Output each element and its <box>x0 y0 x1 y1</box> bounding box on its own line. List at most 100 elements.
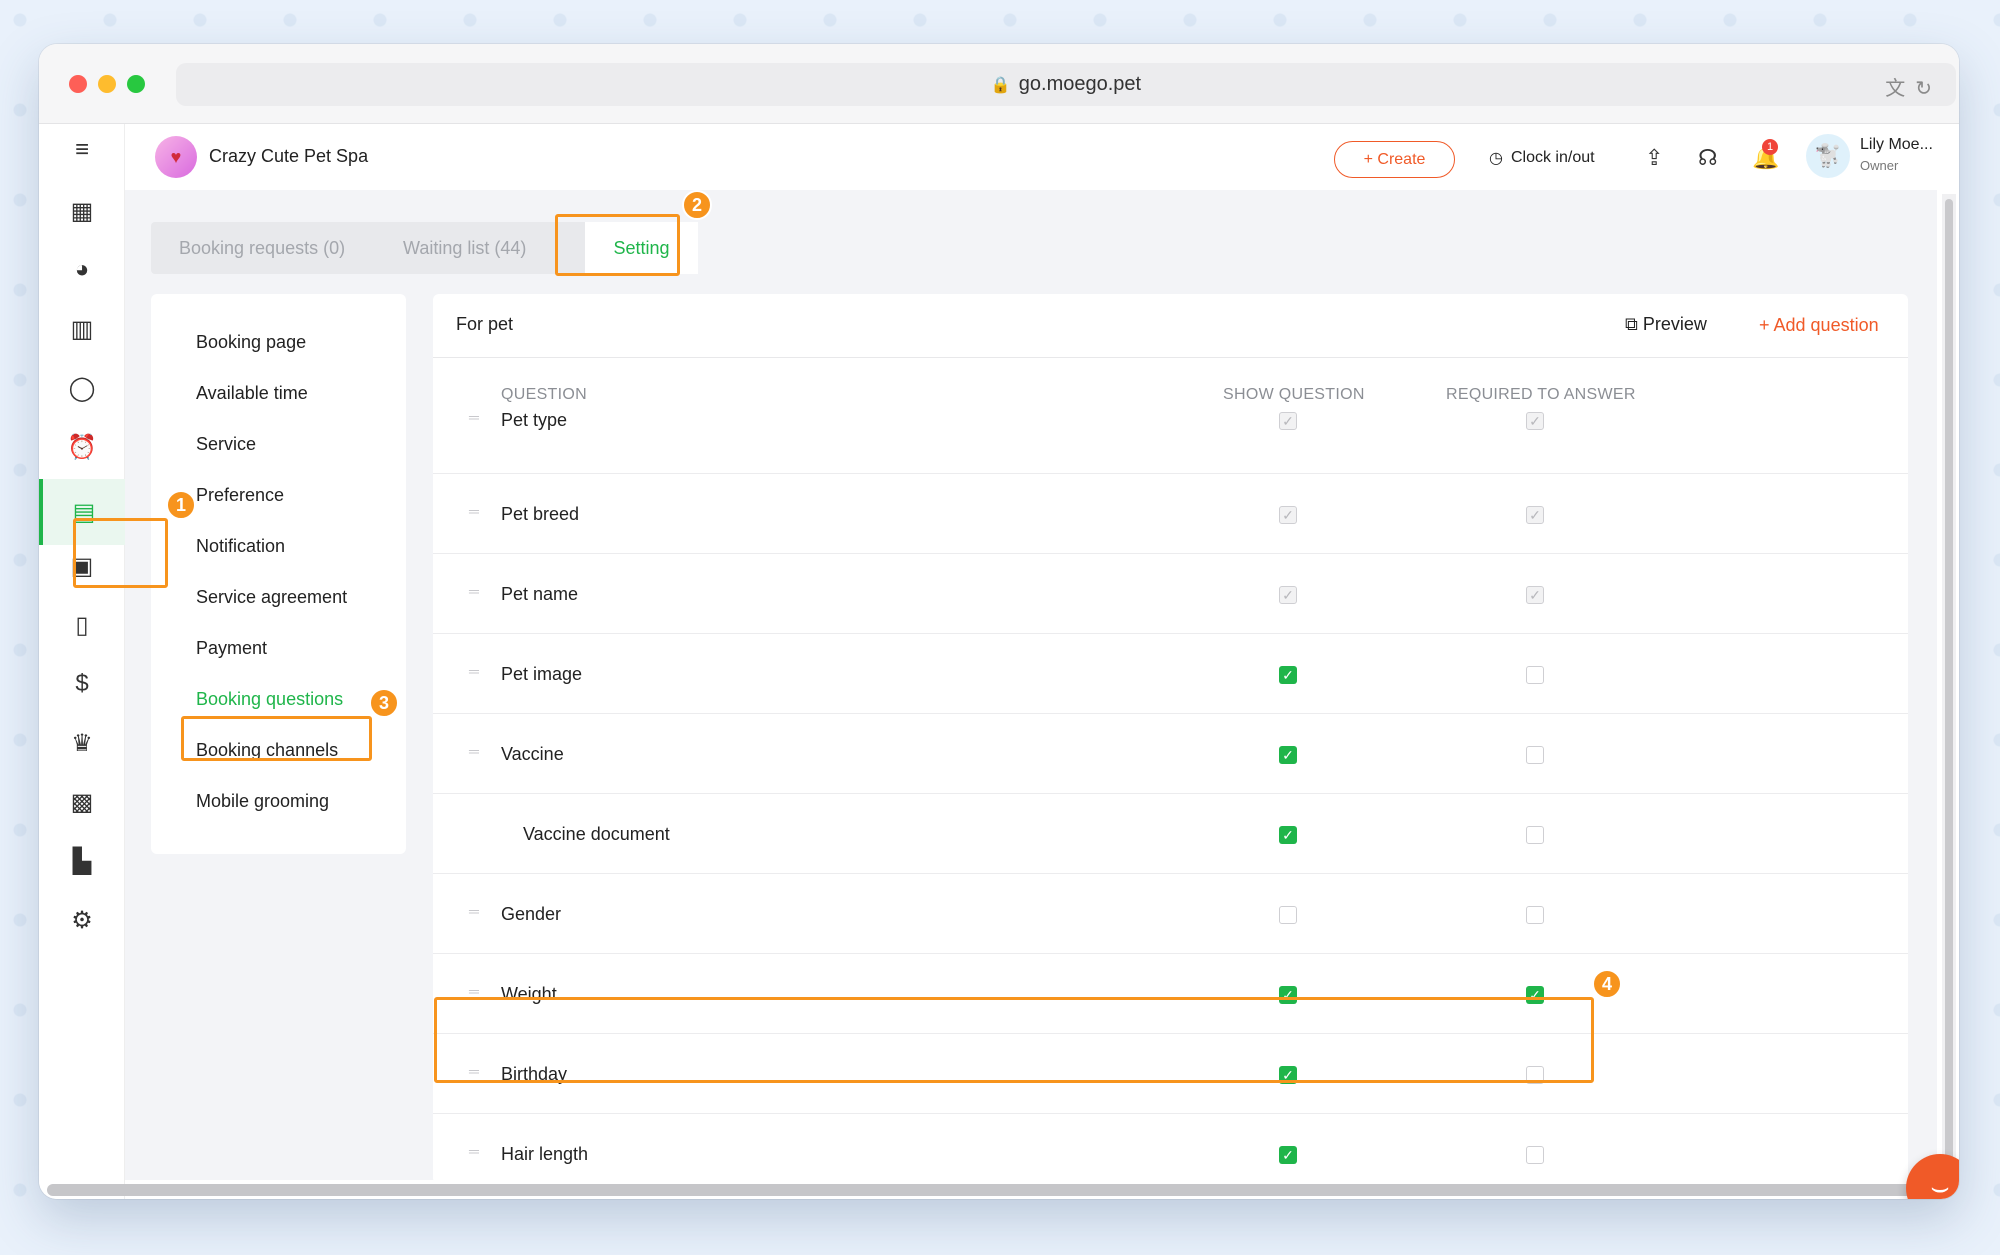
browser-titlebar: 🔒 go.moego.pet 文↻ <box>39 44 1959 124</box>
browser-window: 🔒 go.moego.pet 文↻ ≡ ▦ ◕ ▥ ◯ ⏰ ▤ ▣ ▯ $ ♛ … <box>39 44 1959 1199</box>
user-avatar[interactable]: 🐩 <box>1806 134 1850 178</box>
menu-item-booking-questions[interactable]: Booking questions <box>196 689 343 710</box>
tab-booking-requests[interactable]: Booking requests (0) <box>179 222 345 274</box>
panel-divider <box>433 357 1908 358</box>
table-row: ═ Pet image ✓ <box>433 634 1908 714</box>
report-chart-icon[interactable]: ▙ <box>61 840 103 882</box>
question-label: Pet name <box>501 584 579 604</box>
table-row: ═ Pet breed ✓ ✓ <box>433 474 1908 554</box>
pet-face-icon[interactable]: ◕ <box>61 249 103 291</box>
show-question-checkbox: ✓ <box>1279 586 1297 604</box>
settings-menu: Booking page Available time Service Pref… <box>151 294 406 854</box>
reload-icon[interactable]: ↻ <box>1915 78 1942 100</box>
message-icon[interactable]: ◯ <box>61 367 103 409</box>
show-question-checkbox: ✓ <box>1279 412 1297 430</box>
drag-handle-icon[interactable]: ═ <box>469 664 479 678</box>
translate-icon[interactable]: 文 <box>1885 78 1915 100</box>
horizontal-scrollbar[interactable] <box>47 1184 1917 1196</box>
question-label: Gender <box>501 904 562 924</box>
url-text: go.moego.pet <box>1018 73 1142 95</box>
business-name: Crazy Cute Pet Spa <box>209 146 369 166</box>
panel-title: For pet <box>456 314 514 334</box>
clock-icon: ◷ <box>1489 150 1503 167</box>
menu-item-booking-page[interactable]: Booking page <box>196 332 306 353</box>
drag-handle-icon[interactable]: ═ <box>469 744 479 758</box>
drag-handle-icon[interactable]: ═ <box>469 984 479 998</box>
drag-handle-icon[interactable]: ═ <box>469 584 479 598</box>
menu-item-service-agreement[interactable]: Service agreement <box>196 587 347 608</box>
lock-icon: 🔒 <box>990 76 1011 94</box>
required-checkbox[interactable] <box>1526 826 1544 844</box>
question-label: Pet breed <box>501 504 580 524</box>
close-window-button[interactable] <box>69 75 87 93</box>
drag-handle-icon[interactable]: ═ <box>469 504 479 518</box>
drag-handle-icon[interactable]: ═ <box>469 904 479 918</box>
show-question-checkbox[interactable]: ✓ <box>1279 746 1297 764</box>
question-label: Hair length <box>501 1144 589 1164</box>
table-row: ═ Pet type ✓ ✓ <box>433 364 1908 474</box>
settings-gear-icon[interactable]: ⚙ <box>61 899 103 941</box>
menu-item-payment[interactable]: Payment <box>196 638 267 659</box>
user-role: Owner <box>1860 158 1899 173</box>
menu-item-service[interactable]: Service <box>196 434 256 455</box>
required-checkbox[interactable] <box>1526 1146 1544 1164</box>
clock-in-out-button[interactable]: ◷ Clock in/out <box>1489 148 1595 168</box>
table-row: ═ Vaccine ✓ <box>433 714 1908 794</box>
show-question-checkbox[interactable]: ✓ <box>1279 826 1297 844</box>
main-content: Booking requests (0) Waiting list (44) S… <box>73 190 1937 1194</box>
add-question-button[interactable]: + Add question <box>1759 315 1879 336</box>
headset-icon[interactable]: ☊ <box>1698 145 1718 171</box>
drag-handle-icon[interactable]: ═ <box>469 1144 479 1158</box>
menu-item-notification[interactable]: Notification <box>196 536 285 557</box>
client-book-icon[interactable]: ▥ <box>61 308 103 350</box>
question-label: Pet image <box>501 664 583 684</box>
preview-button[interactable]: ⧉ Preview <box>1625 314 1707 335</box>
annotation-highlight-3 <box>181 716 372 761</box>
required-checkbox[interactable] <box>1526 906 1544 924</box>
annotation-highlight-1 <box>73 518 168 588</box>
show-question-checkbox: ✓ <box>1279 506 1297 524</box>
annotation-highlight-4 <box>434 997 1594 1083</box>
vertical-scrollbar[interactable] <box>1945 199 1953 1199</box>
preview-label: Preview <box>1642 314 1707 334</box>
show-question-checkbox[interactable] <box>1279 906 1297 924</box>
annotation-highlight-2 <box>555 214 680 276</box>
alarm-clock-icon[interactable]: ⏰ <box>61 426 103 468</box>
app-nav-rail: ≡ ▦ ◕ ▥ ◯ ⏰ ▤ ▣ ▯ $ ♛ ▩ ▙ ⚙ <box>39 124 125 1199</box>
required-checkbox[interactable] <box>1526 746 1544 764</box>
chevron-down-icon[interactable]: ▼ <box>1957 148 1959 164</box>
notification-badge: 1 <box>1762 139 1778 155</box>
crown-icon[interactable]: ♛ <box>61 722 103 764</box>
table-row: Vaccine document ✓ <box>433 794 1908 874</box>
menu-item-mobile-grooming[interactable]: Mobile grooming <box>196 791 329 812</box>
upload-icon[interactable]: ⇪ <box>1645 145 1663 171</box>
menu-item-available-time[interactable]: Available time <box>196 383 308 404</box>
external-link-icon: ⧉ <box>1625 314 1643 334</box>
table-row: ═ Hair length ✓ <box>433 1114 1908 1194</box>
calendar-icon[interactable]: ▦ <box>61 190 103 232</box>
clock-in-out-label: Clock in/out <box>1510 149 1595 166</box>
drag-handle-icon[interactable]: ═ <box>469 410 479 424</box>
annotation-number-3: 3 <box>369 688 399 718</box>
question-label: Pet type <box>501 410 568 430</box>
menu-item-preference[interactable]: Preference <box>196 485 284 506</box>
show-question-checkbox[interactable]: ✓ <box>1279 1146 1297 1164</box>
schedule-icon[interactable]: ▩ <box>61 781 103 823</box>
table-row: ═ Gender <box>433 874 1908 954</box>
app-header: ♥ Crazy Cute Pet Spa + Create ◷ Clock in… <box>125 124 1959 190</box>
annotation-number-2: 2 <box>682 190 712 220</box>
address-bar[interactable]: 🔒 go.moego.pet 文↻ <box>176 63 1956 106</box>
show-question-checkbox[interactable]: ✓ <box>1279 666 1297 684</box>
tab-waiting-list[interactable]: Waiting list (44) <box>403 222 526 274</box>
menu-icon[interactable]: ≡ <box>61 129 103 171</box>
table-row: ═ Pet name ✓ ✓ <box>433 554 1908 634</box>
question-label: Vaccine <box>501 744 564 764</box>
annotation-number-4: 4 <box>1592 969 1622 999</box>
zoom-window-button[interactable] <box>127 75 145 93</box>
minimize-window-button[interactable] <box>98 75 116 93</box>
required-checkbox[interactable] <box>1526 666 1544 684</box>
dollar-icon[interactable]: $ <box>61 663 103 705</box>
create-button[interactable]: + Create <box>1334 141 1455 178</box>
tablet-icon[interactable]: ▯ <box>61 604 103 646</box>
user-name[interactable]: Lily Moe... <box>1860 136 1933 154</box>
